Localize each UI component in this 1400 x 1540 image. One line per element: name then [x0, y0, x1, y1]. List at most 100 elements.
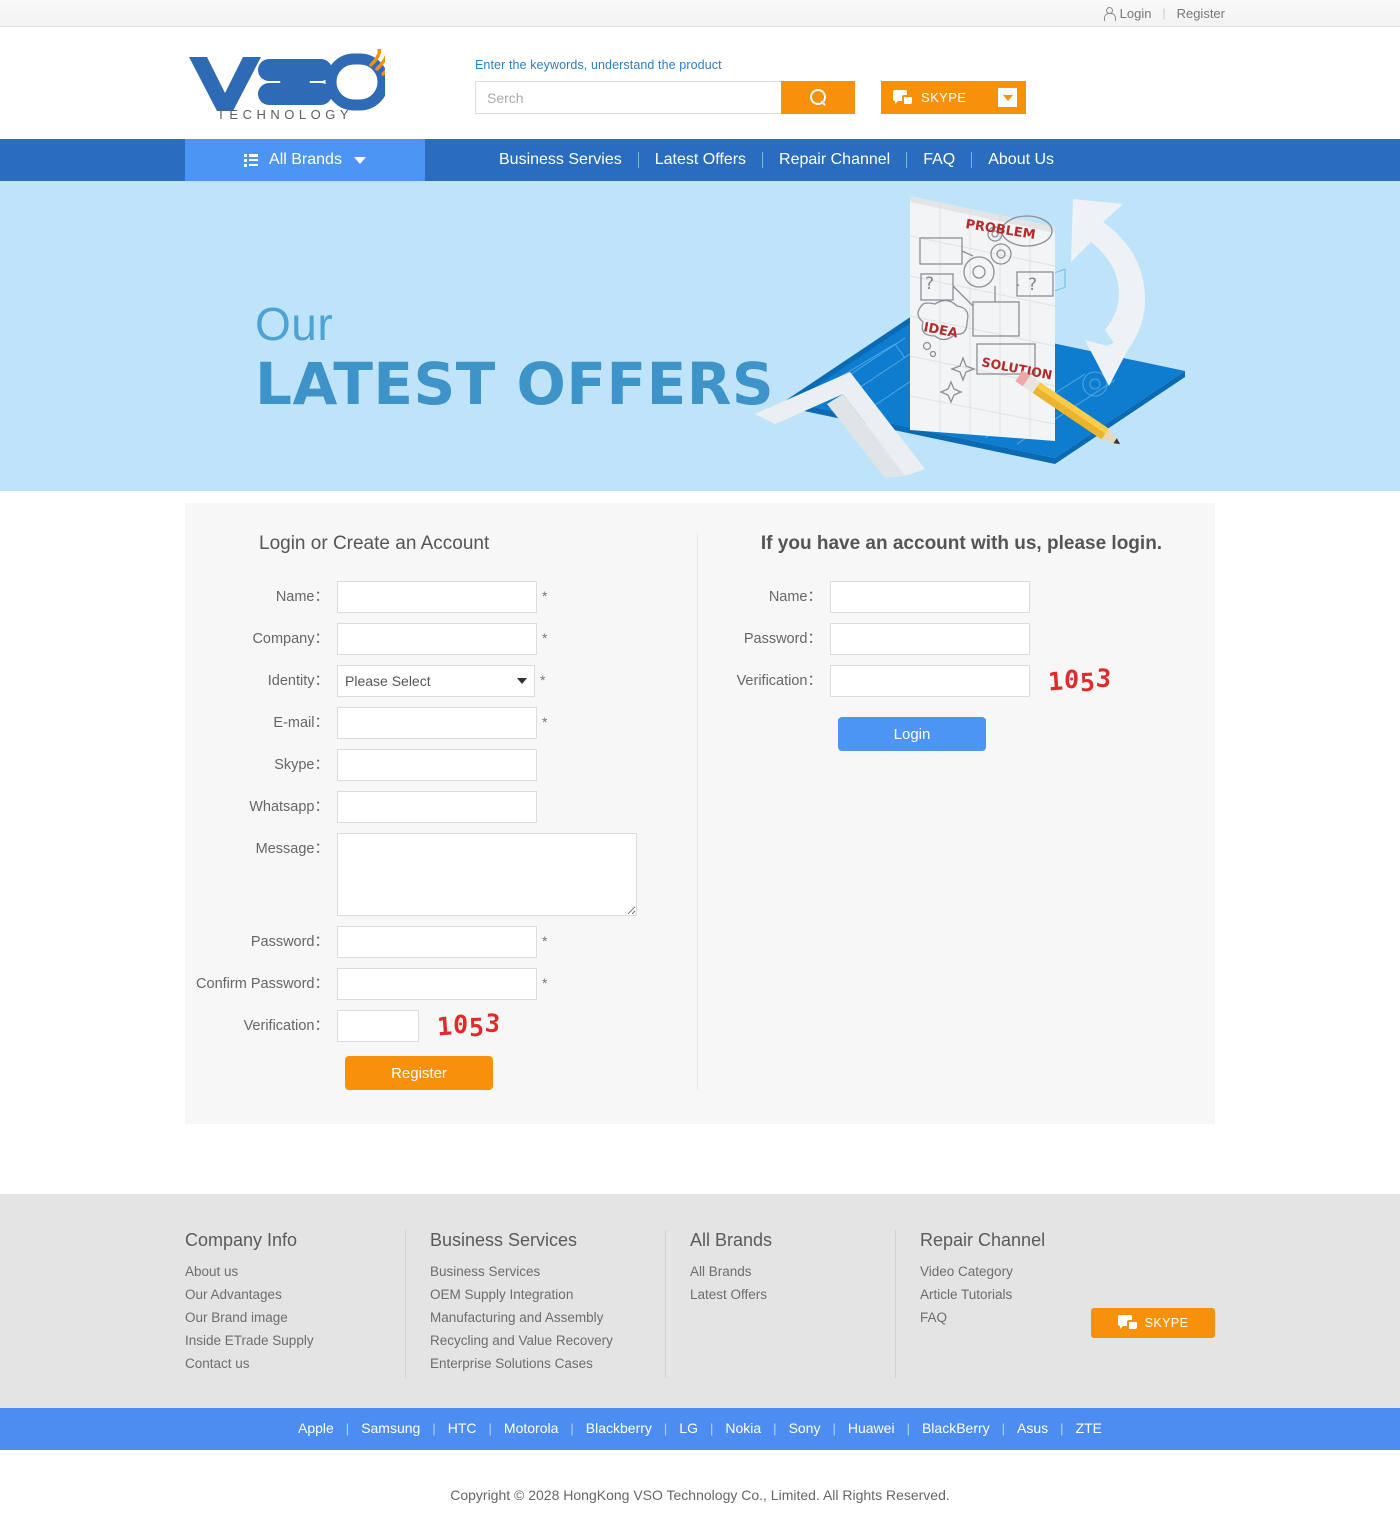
footer-link-oem-supply-integration[interactable]: OEM Supply Integration [430, 1287, 573, 1302]
chat-bubble-icon [1117, 1315, 1137, 1331]
nav-all-brands-button[interactable]: All Brands [185, 139, 425, 181]
required-mark: * [540, 672, 546, 688]
brand-separator: | [709, 1421, 714, 1436]
login-name-input[interactable] [830, 581, 1030, 613]
identity-selected-value: Please Select [345, 673, 431, 689]
captcha-digit: 3 [483, 1008, 503, 1039]
register-button[interactable]: Register [345, 1056, 493, 1090]
footer-skype-button[interactable]: SKYPE [1091, 1308, 1215, 1338]
captcha-digit: 0 [452, 1009, 470, 1040]
brand-link-sony[interactable]: Sony [787, 1420, 823, 1436]
footer-link-enterprise-solutions-cases[interactable]: Enterprise Solutions Cases [430, 1356, 593, 1371]
field-row-message: Message： [187, 833, 697, 916]
footer-link-latest-offers[interactable]: Latest Offers [690, 1287, 767, 1302]
footer-link-manufacturing-and-assembly[interactable]: Manufacturing and Assembly [430, 1310, 603, 1325]
nav-item-faq[interactable]: FAQ [907, 139, 971, 181]
copyright-bar: Copyright © 2028 HongKong VSO Technology… [0, 1450, 1400, 1540]
login-button-row: Login [838, 717, 1215, 751]
required-mark: * [542, 975, 548, 991]
header-skype-label: SKYPE [921, 90, 967, 105]
footer-skype-label: SKYPE [1144, 1316, 1189, 1330]
brand-separator: | [1060, 1421, 1064, 1436]
topbar-login-link[interactable]: Login [1103, 5, 1152, 21]
nav-item-business-servies[interactable]: Business Servies [483, 139, 638, 181]
search-area: Enter the keywords, understand the produ… [475, 52, 1026, 114]
brand-link-motorola[interactable]: Motorola [502, 1420, 560, 1436]
login-button[interactable]: Login [838, 717, 986, 751]
register-whatsapp-input[interactable] [337, 791, 537, 823]
brand-separator: | [773, 1421, 777, 1436]
footer-link-video-category[interactable]: Video Category [920, 1264, 1013, 1279]
label-email: E-mail： [273, 715, 329, 731]
footer-list-all-brands: All Brands Latest Offers [690, 1263, 895, 1304]
login-field-row-verification: Verification： 1053 [698, 663, 1215, 697]
nav-all-brands-label: All Brands [269, 151, 342, 168]
field-row-identity: Identity： Please Select * [187, 665, 697, 697]
brand-link-blackberry[interactable]: BlackBerry [920, 1420, 992, 1436]
brand-link-nokia[interactable]: Nokia [723, 1420, 763, 1436]
field-row-company: Company： * [187, 623, 697, 655]
nav-item-latest-offers[interactable]: Latest Offers [639, 139, 762, 181]
register-company-input[interactable] [337, 623, 537, 655]
topbar-separator: | [1162, 6, 1166, 20]
login-password-input[interactable] [830, 623, 1030, 655]
register-confirm-password-input[interactable] [337, 968, 537, 1000]
footer-link-contact-us[interactable]: Contact us [185, 1356, 250, 1371]
footer-link-about-us[interactable]: About us [185, 1264, 238, 1279]
register-message-textarea[interactable] [337, 833, 637, 916]
register-password-input[interactable] [337, 926, 537, 958]
footer-link-business-services[interactable]: Business Services [430, 1264, 540, 1279]
footer-link-recycling-and-value-recovery[interactable]: Recycling and Value Recovery [430, 1333, 613, 1348]
label-whatsapp: Whatsapp： [249, 799, 329, 815]
register-captcha-image[interactable]: 1053 [436, 1008, 503, 1043]
login-captcha-image[interactable]: 1053 [1047, 663, 1114, 697]
footer-column-repair-channel: Repair Channel Video Category Article Tu… [895, 1230, 1215, 1378]
brand-link-htc[interactable]: HTC [446, 1420, 479, 1436]
main-navigation: All Brands Business Servies Latest Offer… [0, 139, 1400, 181]
brand-link-blackberry[interactable]: Blackberry [584, 1420, 654, 1436]
search-button[interactable] [781, 81, 855, 114]
footer-link-faq[interactable]: FAQ [920, 1310, 947, 1325]
register-identity-select[interactable]: Please Select [337, 665, 535, 697]
nav-item-about-us[interactable]: About Us [972, 139, 1070, 181]
register-email-input[interactable] [337, 707, 537, 739]
captcha-digit: 0 [1063, 664, 1081, 695]
topbar-register-link[interactable]: Register [1177, 6, 1225, 21]
footer-link-article-tutorials[interactable]: Article Tutorials [920, 1287, 1012, 1302]
brand-link-zte[interactable]: ZTE [1074, 1420, 1104, 1436]
brand-separator: | [570, 1421, 574, 1436]
nav-item-repair-channel[interactable]: Repair Channel [763, 139, 906, 181]
register-skype-input[interactable] [337, 749, 537, 781]
brand-separator: | [432, 1421, 436, 1436]
brand-link-lg[interactable]: LG [677, 1420, 700, 1436]
field-row-skype: Skype： [187, 749, 697, 781]
user-icon [1103, 6, 1116, 21]
footer-link-our-brand-image[interactable]: Our Brand image [185, 1310, 288, 1325]
brand-link-huawei[interactable]: Huawei [846, 1420, 897, 1436]
search-icon [809, 89, 827, 106]
register-verification-input[interactable] [337, 1010, 419, 1042]
brand-link-apple[interactable]: Apple [296, 1420, 336, 1436]
login-column: If you have an account with us, please l… [697, 533, 1215, 1090]
field-row-whatsapp: Whatsapp： [187, 791, 697, 823]
register-name-input[interactable] [337, 581, 537, 613]
brand-separator: | [1001, 1421, 1006, 1436]
header-skype-button[interactable]: SKYPE [881, 81, 1026, 114]
footer-heading-all-brands: All Brands [690, 1230, 773, 1250]
site-logo[interactable]: TECHNOLOGY [185, 45, 415, 121]
footer-link-our-advantages[interactable]: Our Advantages [185, 1287, 282, 1302]
topbar-login-label: Login [1119, 5, 1152, 21]
captcha-digit: 5 [468, 1012, 486, 1043]
brands-list: Apple | Samsung | HTC | Motorola | Blackberry | LG… [296, 1420, 1104, 1438]
search-input[interactable] [475, 81, 781, 114]
login-title: If you have an account with us, please l… [760, 533, 1163, 554]
chevron-down-icon [1002, 94, 1013, 101]
skype-dropdown-toggle[interactable] [998, 88, 1017, 107]
label-name: Name： [275, 589, 329, 605]
footer-link-inside-etrade-supply[interactable]: Inside ETrade Supply [185, 1333, 314, 1348]
login-verification-input[interactable] [830, 665, 1030, 697]
brand-link-asus[interactable]: Asus [1015, 1420, 1050, 1436]
footer-link-all-brands[interactable]: All Brands [690, 1264, 752, 1279]
brand-link-samsung[interactable]: Samsung [359, 1420, 422, 1436]
list-grid-icon [244, 154, 259, 167]
